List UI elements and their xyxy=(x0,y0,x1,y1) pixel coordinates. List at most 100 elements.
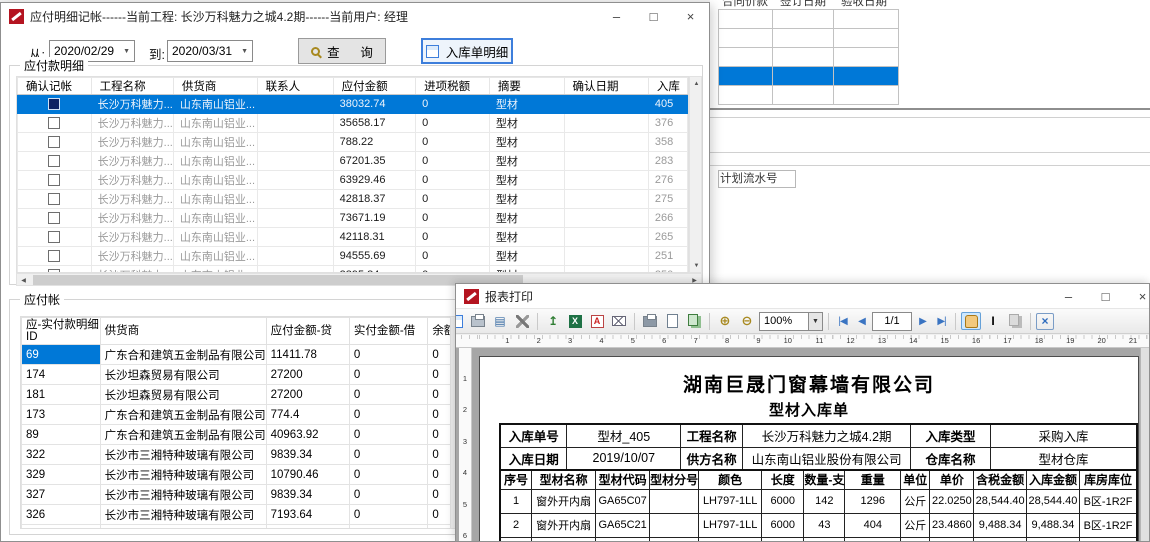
maximize-button[interactable]: □ xyxy=(1087,284,1124,308)
to-date-combobox[interactable]: 2020/03/31 ▼ xyxy=(167,40,253,62)
preview-icon[interactable] xyxy=(456,312,466,330)
print-icon[interactable] xyxy=(468,312,488,330)
minimize-button[interactable]: – xyxy=(598,3,635,29)
multi-page-icon[interactable] xyxy=(684,312,704,330)
zoom-combobox[interactable]: 100% ▼ xyxy=(759,312,823,331)
text-select-icon[interactable]: I xyxy=(983,312,1003,330)
project-cell: 长沙万科魅力... xyxy=(91,152,173,171)
column-header[interactable]: 进项税额 xyxy=(416,78,490,95)
payable-row[interactable]: 长沙万科魅力... 山东南山铝业... 67201.35 0 型材 283 xyxy=(18,152,688,171)
payable-row[interactable]: 长沙万科魅力... 山东南山铝业... 788.22 0 型材 358 xyxy=(18,133,688,152)
account-row[interactable]: 长沙市三湘特种玻璃有限公司 xyxy=(22,525,499,530)
toolbar-separator xyxy=(634,313,635,330)
copy-page-icon[interactable] xyxy=(1005,312,1025,330)
close-preview-icon[interactable]: × xyxy=(1036,313,1054,330)
page-number-input[interactable]: 1/1 xyxy=(872,312,912,331)
unit-cell xyxy=(901,537,930,541)
payable-row[interactable]: 长沙万科魅力... 山东南山铝业... 94555.69 0 型材 251 xyxy=(18,247,688,266)
next-page-button[interactable]: ▶ xyxy=(914,316,931,327)
account-row[interactable]: 89 广东合和建筑五金制品有限公司 40963.92 0 0 xyxy=(22,425,499,445)
scroll-up-icon[interactable]: ▲ xyxy=(690,77,703,90)
maximize-button[interactable]: □ xyxy=(635,3,672,29)
payable-row[interactable]: 长沙万科魅力... 山东南山铝业... 42118.31 0 型材 265 xyxy=(18,228,688,247)
scroll-down-icon[interactable]: ▼ xyxy=(690,259,703,272)
confirm-checkbox[interactable] xyxy=(48,231,60,243)
price-cell: 23.4860 xyxy=(930,513,974,537)
export-excel-icon[interactable]: X xyxy=(565,312,585,330)
divider xyxy=(710,108,1150,110)
open-report-icon[interactable]: ▤ xyxy=(490,312,510,330)
last-page-button[interactable]: ▶| xyxy=(933,316,950,327)
account-row[interactable]: 69 广东合和建筑五金制品有限公司 11411.78 0 0 xyxy=(22,345,499,365)
detail-id-cell: 69 xyxy=(22,345,101,365)
tax-cell: 0 xyxy=(416,133,490,152)
confirm-checkbox[interactable] xyxy=(48,98,60,110)
project-cell: 长沙万科魅力... xyxy=(91,114,173,133)
bg-table-row[interactable] xyxy=(719,10,899,29)
query-button[interactable]: 查 询 xyxy=(298,38,386,64)
confirm-checkbox[interactable] xyxy=(48,155,60,167)
column-header[interactable]: 供货商 xyxy=(173,78,257,95)
account-row[interactable]: 326 长沙市三湘特种玻璃有限公司 7193.64 0 0 xyxy=(22,505,499,525)
column-header[interactable]: 确认日期 xyxy=(564,78,648,95)
first-page-button[interactable]: |◀ xyxy=(834,316,851,327)
vertical-scrollbar[interactable]: ▲ ▼ xyxy=(689,76,702,273)
print-setup-icon[interactable] xyxy=(640,312,660,330)
inbound-detail-button[interactable]: 入库单明细 xyxy=(421,38,513,64)
price-cell xyxy=(930,537,974,541)
close-button[interactable]: × xyxy=(1124,284,1150,308)
account-row[interactable]: 327 长沙市三湘特种玻璃有限公司 9839.34 0 0 xyxy=(22,485,499,505)
column-header[interactable]: 工程名称 xyxy=(91,78,173,95)
column-header[interactable]: 确认记帐 xyxy=(18,78,92,95)
title-bar[interactable]: 报表打印 – □ × xyxy=(456,284,1149,308)
column-header[interactable]: 实付金额-借 xyxy=(349,318,428,345)
confirm-checkbox[interactable] xyxy=(48,193,60,205)
scrollbar-thumb[interactable] xyxy=(33,275,523,285)
settings-icon[interactable] xyxy=(512,312,532,330)
title-bar[interactable]: 应付明细记帐------当前工程: 长沙万科魅力之城4.2期------当前用户… xyxy=(1,3,709,29)
preview-scrollbar[interactable] xyxy=(1140,348,1149,541)
hand-tool-icon[interactable] xyxy=(961,312,981,330)
account-row[interactable]: 174 长沙坦森贸易有限公司 27200 0 0 xyxy=(22,365,499,385)
payable-row[interactable]: 长沙万科魅力... 山东南山铝业... 73671.19 0 型材 266 xyxy=(18,209,688,228)
column-header[interactable]: 摘要 xyxy=(489,78,564,95)
minimize-button[interactable]: – xyxy=(1050,284,1087,308)
zoom-in-icon[interactable]: ⊕ xyxy=(715,312,735,330)
column-header[interactable]: 入库 xyxy=(648,78,687,95)
project-cell: 长沙万科魅力... xyxy=(91,266,173,274)
export-report-icon[interactable]: ↥ xyxy=(543,312,563,330)
confirm-checkbox[interactable] xyxy=(48,212,60,224)
bg-table-row-selected[interactable] xyxy=(719,67,899,86)
column-header[interactable]: 应-实付款明细ID xyxy=(22,318,101,345)
scroll-left-icon[interactable]: ◀ xyxy=(17,274,30,287)
bg-table-row[interactable] xyxy=(719,48,899,67)
summary-cell: 型材 xyxy=(489,133,564,152)
confirm-checkbox[interactable] xyxy=(48,174,60,186)
single-page-icon[interactable] xyxy=(662,312,682,330)
account-row[interactable]: 181 长沙坦森贸易有限公司 27200 0 0 xyxy=(22,385,499,405)
payable-row[interactable]: 长沙万科魅力... 山东南山铝业... 42818.37 0 型材 275 xyxy=(18,190,688,209)
preview-area[interactable]: 123456 湖南巨晟门窗幕墙有限公司 型材入库单 入库单号 型材_405 工程… xyxy=(456,348,1149,541)
account-row[interactable]: 329 长沙市三湘特种玻璃有限公司 10790.46 0 0 xyxy=(22,465,499,485)
account-row[interactable]: 322 长沙市三湘特种玻璃有限公司 9839.34 0 0 xyxy=(22,445,499,465)
column-header[interactable]: 联系人 xyxy=(257,78,333,95)
payable-row[interactable]: 长沙万科魅力... 山东南山铝业... 3895.84 0 型材 250 xyxy=(18,266,688,274)
zoom-out-icon[interactable]: ⊖ xyxy=(737,312,757,330)
column-header[interactable]: 应付金额-贷 xyxy=(266,318,349,345)
account-row[interactable]: 173 广东合和建筑五金制品有限公司 774.4 0 0 xyxy=(22,405,499,425)
prev-page-button[interactable]: ◀ xyxy=(853,316,870,327)
bg-table-row[interactable] xyxy=(719,86,899,105)
payable-row[interactable]: 长沙万科魅力... 山东南山铝业... 35658.17 0 型材 376 xyxy=(18,114,688,133)
confirm-checkbox[interactable] xyxy=(48,250,60,262)
profile-name-cell: 窗外开内扇 xyxy=(532,489,596,513)
bg-table-row[interactable] xyxy=(719,29,899,48)
export-pdf-icon[interactable]: A xyxy=(587,312,607,330)
payable-row[interactable]: 长沙万科魅力... 山东南山铝业... 63929.46 0 型材 276 xyxy=(18,171,688,190)
column-header[interactable]: 应付金额 xyxy=(333,78,416,95)
column-header[interactable]: 供货商 xyxy=(100,318,266,345)
export-mail-icon[interactable] xyxy=(609,312,629,330)
payable-row[interactable]: 长沙万科魅力... 山东南山铝业... 38032.74 0 型材 405 xyxy=(18,95,688,114)
confirm-checkbox[interactable] xyxy=(48,136,60,148)
confirm-checkbox[interactable] xyxy=(48,117,60,129)
close-button[interactable]: × xyxy=(672,3,709,29)
